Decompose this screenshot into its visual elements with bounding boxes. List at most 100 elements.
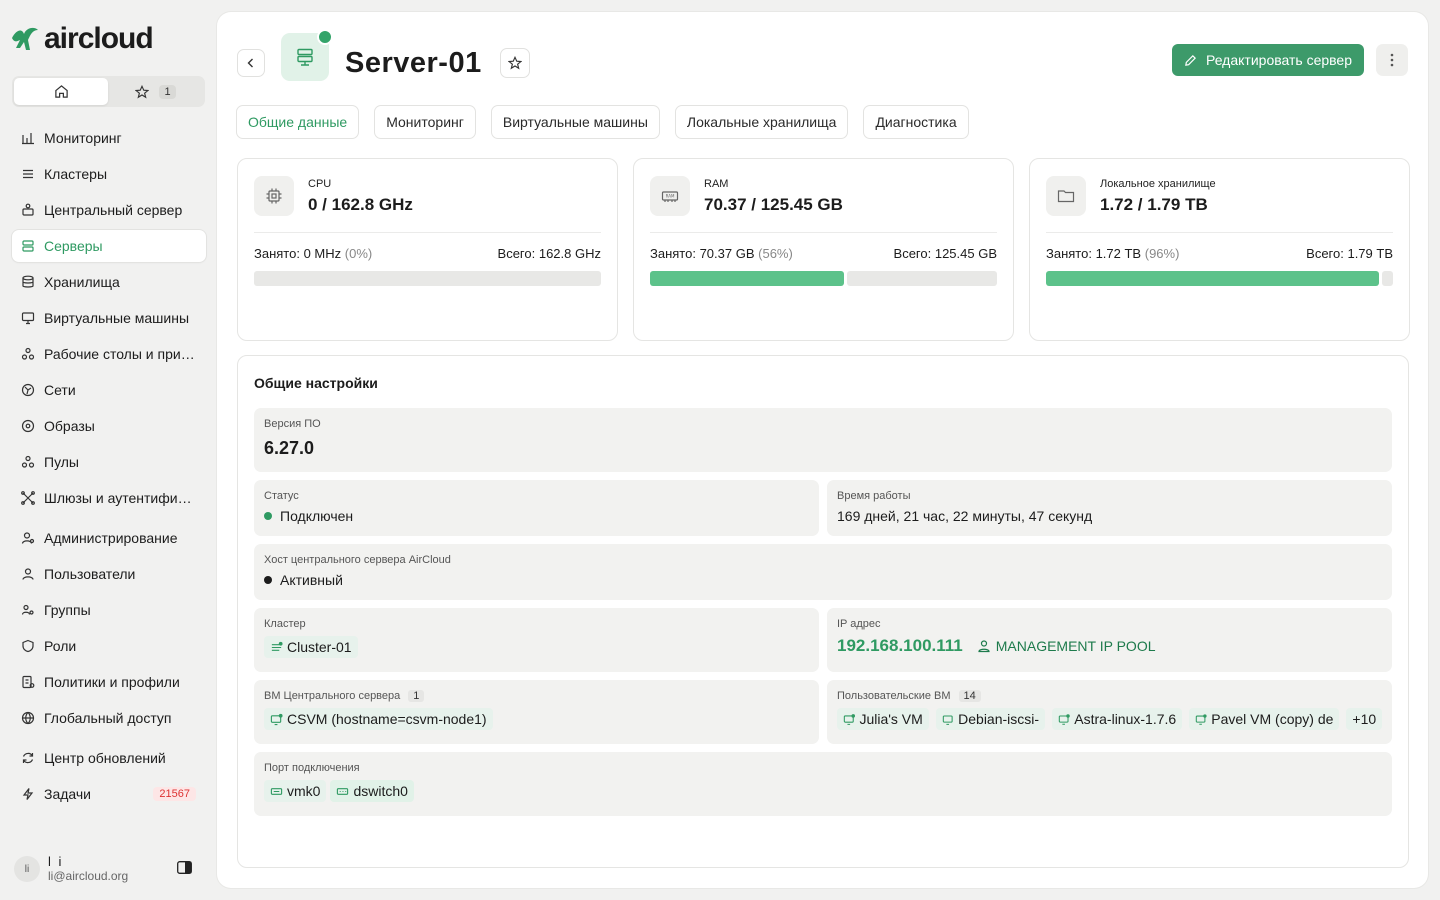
sidebar-item-gateway[interactable]: Шлюзы и аутентифика... <box>12 482 206 514</box>
sidebar-item-chart[interactable]: Мониторинг <box>12 122 206 154</box>
tab-vms[interactable]: Виртуальные машины <box>490 105 660 139</box>
sidebar-item-label: Глобальный доступ <box>44 710 172 726</box>
sidebar-item-cluster[interactable]: Кластеры <box>12 158 206 190</box>
ram-percent: (56%) <box>758 246 793 261</box>
sidebar-item-label: Администрирование <box>44 530 178 546</box>
database-icon <box>22 275 34 288</box>
vm-icon <box>1058 713 1070 725</box>
user-icon <box>22 568 34 580</box>
nic-value: vmk0 <box>287 783 321 799</box>
uptime-value: 169 дней, 21 час, 22 минуты, 47 секунд <box>837 508 1093 524</box>
user-vm-chip[interactable]: Astra-linux-1.7.6 <box>1052 708 1183 730</box>
user-email: li@aircloud.org <box>48 869 129 883</box>
sidebar-item-admin[interactable]: Администрирование <box>12 522 206 554</box>
sidebar-item-desktop-apps[interactable]: Рабочие столы и прил... <box>12 338 206 370</box>
storage-label: Локальное хранилище <box>1100 177 1216 190</box>
favorite-button[interactable] <box>499 48 530 78</box>
version-field: Версия ПО 6.27.0 <box>254 408 1392 472</box>
ip-pool-link[interactable]: MANAGEMENT IP POOL <box>977 638 1156 654</box>
tabs: Общие данные Мониторинг Виртуальные маши… <box>236 105 969 139</box>
sidebar-item-label: Рабочие столы и прил... <box>44 346 196 362</box>
server-icon <box>22 240 34 252</box>
sidebar-item-monitor[interactable]: Виртуальные машины <box>12 302 206 334</box>
ip-pool-label: MANAGEMENT IP POOL <box>995 638 1156 654</box>
sidebar-item-label: Хранилища <box>44 274 120 290</box>
sidebar-item-label: Кластеры <box>44 166 107 182</box>
sidebar-item-group[interactable]: Группы <box>12 594 206 626</box>
ip-value[interactable]: 192.168.100.111 <box>837 636 963 656</box>
switch-chip[interactable]: dswitch0 <box>330 780 414 802</box>
cluster-field: Кластер Cluster-01 <box>254 608 819 672</box>
monitor-icon <box>21 312 35 325</box>
ip-field: IP адрес 192.168.100.111 MANAGEMENT IP PO… <box>827 608 1392 672</box>
chevron-left-icon <box>247 58 253 68</box>
sidebar-item-policy[interactable]: Политики и профили <box>12 666 206 698</box>
tab-general[interactable]: Общие данные <box>236 105 360 139</box>
star-icon <box>507 56 522 70</box>
user-vm-chip[interactable]: Julia's VM <box>837 708 929 730</box>
ram-used: 70.37 GB <box>699 246 755 261</box>
central-server-icon <box>22 203 34 216</box>
logo[interactable]: aircloud <box>10 22 154 56</box>
resource-cards: CPU 0 / 162.8 GHz Занято: 0 MHz (0%) Всего… <box>237 158 1410 341</box>
sidebar-nav: Мониторинг Кластеры Центральный сервер Серв… <box>12 122 206 814</box>
vm-icon <box>1195 713 1207 725</box>
user-vm-chip[interactable]: Pavel VM (copy) de <box>1189 708 1340 730</box>
sidebar-item-label: Шлюзы и аутентифика... <box>44 490 196 506</box>
star-icon <box>135 84 150 98</box>
server-avatar <box>281 29 333 81</box>
storage-value: 1.72 / 1.79 TB <box>1100 194 1208 214</box>
cpu-used-label: Занято: <box>254 246 300 261</box>
sidebar-item-shield[interactable]: Роли <box>12 630 206 662</box>
user-profile[interactable]: li l i li@aircloud.org <box>14 852 204 886</box>
sidebar-item-label: Пулы <box>44 454 79 470</box>
sidebar-item-bolt[interactable]: Задачи 21567 <box>12 778 206 810</box>
user-vms-count: 14 <box>958 690 981 702</box>
sidebar-item-server[interactable]: Серверы <box>12 230 206 262</box>
ram-card: RAM RAM 70.37 / 125.45 GB Занято: 70.37 G… <box>633 158 1014 341</box>
quick-access: 1 <box>12 76 205 107</box>
sidebar-item-network[interactable]: Сети <box>12 374 206 406</box>
sidebar-item-pools[interactable]: Пулы <box>12 446 206 478</box>
storage-used: 1.72 TB <box>1095 246 1142 261</box>
refresh-icon <box>22 752 34 764</box>
storage-card: Локальное хранилище 1.72 / 1.79 TB Занято… <box>1029 158 1410 341</box>
csvm-count: 1 <box>408 690 425 702</box>
edit-server-button[interactable]: Редактировать сервер <box>1172 44 1364 76</box>
more-vertical-icon <box>1390 53 1394 67</box>
status-dot <box>264 512 272 520</box>
user-vm-chip[interactable]: Debian-iscsi- <box>935 708 1046 730</box>
storage-percent: (96%) <box>1144 246 1180 261</box>
status-label: Статус <box>264 490 299 502</box>
user-vms-more[interactable]: +10 <box>1346 708 1382 730</box>
tab-diagnostics[interactable]: Диагностика <box>863 105 969 139</box>
cluster-chip[interactable]: Cluster-01 <box>264 636 358 658</box>
nic-chip[interactable]: vmk0 <box>264 780 327 802</box>
status-value: Подключен <box>280 508 354 524</box>
ram-total: Всего: 125.45 GB <box>893 246 997 261</box>
sidebar-toggle-button[interactable] <box>177 861 192 879</box>
version-value: 6.27.0 <box>264 438 315 458</box>
main-panel: Server-01 Редактировать сервер Общие дан… <box>217 12 1428 888</box>
sidebar-item-database[interactable]: Хранилища <box>12 266 206 298</box>
sidebar-item-label: Виртуальные машины <box>44 310 190 326</box>
favorites-button[interactable]: 1 <box>108 78 203 105</box>
sidebar-item-disc[interactable]: Образы <box>12 410 206 442</box>
sidebar-item-central-server[interactable]: Центральный сервер <box>12 194 206 226</box>
vm-icon <box>843 713 856 725</box>
sidebar-item-globe[interactable]: Глобальный доступ <box>12 702 206 734</box>
user-vm-name: Astra-linux-1.7.6 <box>1074 711 1177 727</box>
sidebar-item-user[interactable]: Пользователи <box>12 558 206 590</box>
home-button[interactable] <box>14 78 108 105</box>
sidebar-item-label: Центральный сервер <box>44 202 183 218</box>
back-button[interactable] <box>237 49 265 77</box>
user-vms-field: Пользовательские ВМ 14 Julia's VM Debian-… <box>827 680 1392 744</box>
csvm-chip[interactable]: CSVM (hostname=csvm-node1) <box>264 708 493 730</box>
globe-icon <box>21 711 35 725</box>
sidebar-item-label: Сети <box>44 382 76 398</box>
tab-local-storage[interactable]: Локальные хранилища <box>674 105 849 139</box>
admin-icon <box>21 532 35 544</box>
sidebar-item-refresh[interactable]: Центр обновлений <box>12 742 206 774</box>
tab-monitoring[interactable]: Мониторинг <box>374 105 476 139</box>
more-menu-button[interactable] <box>1376 44 1408 76</box>
